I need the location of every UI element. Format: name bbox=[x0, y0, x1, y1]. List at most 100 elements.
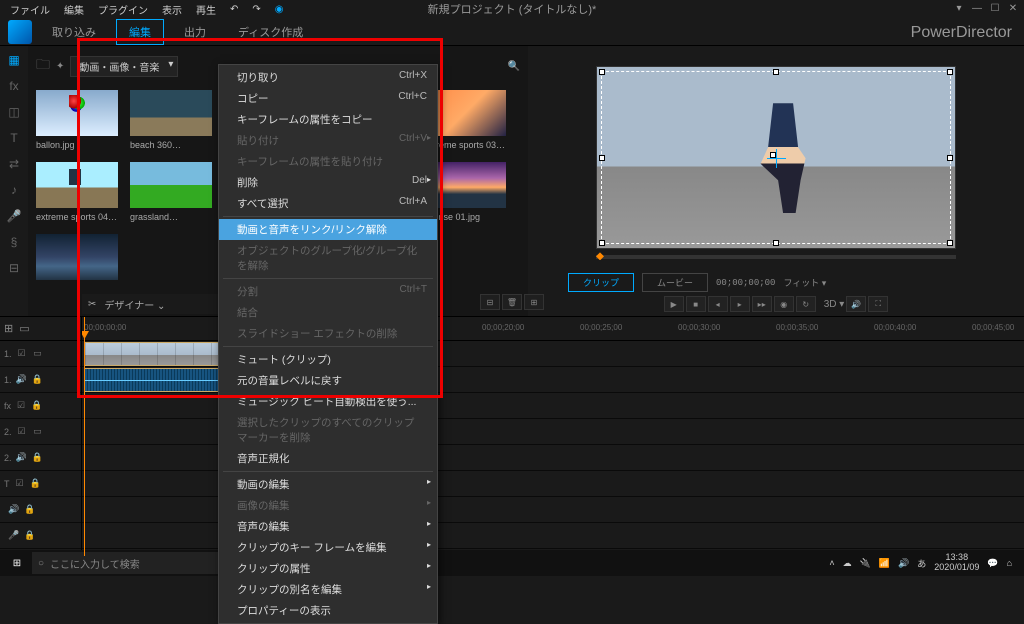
track-toggle-icon[interactable]: 🔊 bbox=[16, 374, 28, 385]
menu-edit[interactable]: 編集 bbox=[58, 0, 90, 19]
context-item[interactable]: キーフレームの属性をコピー bbox=[219, 109, 437, 130]
preview-tab-movie[interactable]: ムービー bbox=[642, 273, 708, 292]
track-header[interactable]: T☑🔒 bbox=[0, 471, 81, 497]
start-button[interactable]: ⊞ bbox=[4, 552, 30, 574]
snapshot-button[interactable]: ◉ bbox=[774, 296, 794, 312]
media-thumb[interactable]: grassland… bbox=[130, 162, 212, 222]
stop-button[interactable]: ■ bbox=[686, 296, 706, 312]
media-thumb[interactable]: beach 360… bbox=[130, 90, 212, 150]
context-item[interactable]: クリップのキー フレームを編集 bbox=[219, 537, 437, 558]
context-item[interactable]: ミュージック ビート自動検出を使う... bbox=[219, 391, 437, 412]
taskbar-clock[interactable]: 13:382020/01/09 bbox=[934, 553, 979, 573]
track-lock-icon[interactable]: 🔒 bbox=[32, 452, 44, 463]
tray-power-icon[interactable]: 🔌 bbox=[860, 558, 871, 569]
context-item[interactable]: 削除Del bbox=[219, 172, 437, 193]
context-item[interactable]: すべて選択Ctrl+A bbox=[219, 193, 437, 214]
3d-toggle[interactable]: 3D ▾ bbox=[824, 299, 845, 310]
track-header[interactable]: 2.🔊🔒 bbox=[0, 445, 81, 471]
media-room-icon[interactable]: ▦ bbox=[4, 50, 24, 70]
track-toggle-icon[interactable]: ☑ bbox=[14, 478, 26, 489]
track-lock-icon[interactable]: 🔒 bbox=[32, 374, 44, 385]
fullscreen-button[interactable]: ⛶ bbox=[868, 296, 888, 312]
tl-split-icon[interactable]: ⊟ bbox=[480, 294, 500, 310]
track-header[interactable]: 1.☑▭ bbox=[0, 341, 81, 367]
playhead[interactable] bbox=[84, 317, 85, 556]
minimize-button[interactable]: — bbox=[970, 3, 984, 15]
play-button[interactable]: ▶ bbox=[664, 296, 684, 312]
context-item[interactable]: 音声の編集 bbox=[219, 516, 437, 537]
selection-handles[interactable] bbox=[601, 71, 951, 244]
track-lock-icon[interactable]: 🔒 bbox=[31, 400, 43, 411]
tab-disc[interactable]: ディスク作成 bbox=[226, 20, 315, 44]
media-thumb[interactable]: ballon.jpg bbox=[36, 90, 118, 150]
tray-notif-icon[interactable]: 💬 bbox=[987, 558, 998, 569]
context-item[interactable]: プロパティーの表示 bbox=[219, 600, 437, 621]
context-item[interactable]: 元の音量レベルに戻す bbox=[219, 370, 437, 391]
library-filter-dropdown[interactable]: 動画・画像・音楽 bbox=[70, 56, 178, 77]
designer-dropdown[interactable]: デザイナー ⌄ bbox=[104, 297, 165, 312]
preview-canvas[interactable] bbox=[596, 66, 956, 249]
folder-icon[interactable]: 🗀 bbox=[36, 54, 50, 78]
pip-room-icon[interactable]: ◫ bbox=[4, 102, 24, 122]
context-item[interactable]: コピーCtrl+C bbox=[219, 88, 437, 109]
taskbar-search[interactable]: ○ ここに入力して検索 bbox=[32, 552, 232, 574]
preview-tab-clip[interactable]: クリップ bbox=[568, 273, 634, 292]
track-lock-icon[interactable]: ▭ bbox=[32, 426, 44, 437]
track-toggle-icon[interactable]: 🎤 bbox=[8, 530, 20, 541]
tl-trash-icon[interactable]: 🗑 bbox=[502, 294, 522, 310]
track-lock-icon[interactable]: ▭ bbox=[32, 348, 44, 359]
tray-volume-icon[interactable]: 🔊 bbox=[898, 558, 909, 569]
subtitle-room-icon[interactable]: ⊟ bbox=[4, 258, 24, 278]
menu-redo-icon[interactable]: ↷ bbox=[246, 2, 266, 17]
plugin-icon[interactable]: ✦ bbox=[56, 61, 64, 72]
tray-misc-icon[interactable]: ⌂ bbox=[1007, 558, 1012, 568]
hide-button[interactable]: ▾ bbox=[952, 3, 966, 15]
prev-frame-button[interactable]: ◂ bbox=[708, 296, 728, 312]
preview-scrubber[interactable] bbox=[596, 255, 956, 259]
context-item[interactable]: ミュート (クリップ) bbox=[219, 349, 437, 370]
track-header[interactable]: 2.☑▭ bbox=[0, 419, 81, 445]
track-lock-icon[interactable]: 🔒 bbox=[24, 504, 36, 515]
tl-config-icon[interactable]: ⊞ bbox=[4, 322, 13, 335]
fx-room-icon[interactable]: fx bbox=[4, 76, 24, 96]
preview-fit-dropdown[interactable]: フィット ▾ bbox=[783, 276, 826, 289]
context-item[interactable]: 切り取りCtrl+X bbox=[219, 67, 437, 88]
cut-icon[interactable]: ✂ bbox=[88, 299, 96, 310]
context-item[interactable]: クリップの別名を編集 bbox=[219, 579, 437, 600]
track-header[interactable]: 🎤🔒 bbox=[0, 523, 81, 549]
track-lock-icon[interactable]: 🔒 bbox=[24, 530, 36, 541]
track-toggle-icon[interactable]: ☑ bbox=[16, 348, 28, 359]
title-room-icon[interactable]: T bbox=[4, 128, 24, 148]
tray-wifi-icon[interactable]: 📶 bbox=[879, 558, 890, 569]
maximize-button[interactable]: ☐ bbox=[988, 3, 1002, 15]
audio-room-icon[interactable]: ♪ bbox=[4, 180, 24, 200]
media-thumb[interactable]: extreme sports 04… bbox=[36, 162, 118, 222]
menu-plugin[interactable]: プラグイン bbox=[92, 0, 154, 19]
transition-room-icon[interactable]: ⇄ bbox=[4, 154, 24, 174]
track-header[interactable]: fx☑🔒 bbox=[0, 393, 81, 419]
track-header[interactable]: 1.🔊🔒 bbox=[0, 367, 81, 393]
tray-up-icon[interactable]: ˄ bbox=[829, 558, 834, 568]
media-thumb[interactable] bbox=[36, 234, 118, 284]
menu-undo-icon[interactable]: ↶ bbox=[224, 2, 244, 17]
tray-cloud-icon[interactable]: ☁ bbox=[843, 558, 852, 569]
tab-import[interactable]: 取り込み bbox=[40, 20, 108, 44]
voice-room-icon[interactable]: 🎤 bbox=[4, 206, 24, 226]
menu-play[interactable]: 再生 bbox=[190, 0, 222, 19]
tray-ime[interactable]: あ bbox=[917, 557, 926, 570]
track-toggle-icon[interactable]: ☑ bbox=[15, 400, 27, 411]
track-lock-icon[interactable]: 🔒 bbox=[30, 478, 42, 489]
context-item[interactable]: 音声正規化 bbox=[219, 448, 437, 469]
search-icon[interactable]: 🔍 bbox=[508, 61, 520, 72]
volume-button[interactable]: 🔊 bbox=[846, 296, 866, 312]
menu-view[interactable]: 表示 bbox=[156, 0, 188, 19]
next-frame-button[interactable]: ▸ bbox=[730, 296, 750, 312]
track-toggle-icon[interactable]: 🔊 bbox=[16, 452, 28, 463]
tl-more-icon[interactable]: ⊞ bbox=[524, 294, 544, 310]
chapter-room-icon[interactable]: § bbox=[4, 232, 24, 252]
context-item[interactable]: 動画と音声をリンク/リンク解除 bbox=[219, 219, 437, 240]
context-item[interactable]: 動画の編集 bbox=[219, 474, 437, 495]
close-button[interactable]: ✕ bbox=[1006, 3, 1020, 15]
tab-edit[interactable]: 編集 bbox=[116, 19, 164, 45]
menu-rec-icon[interactable]: ◉ bbox=[269, 2, 290, 17]
